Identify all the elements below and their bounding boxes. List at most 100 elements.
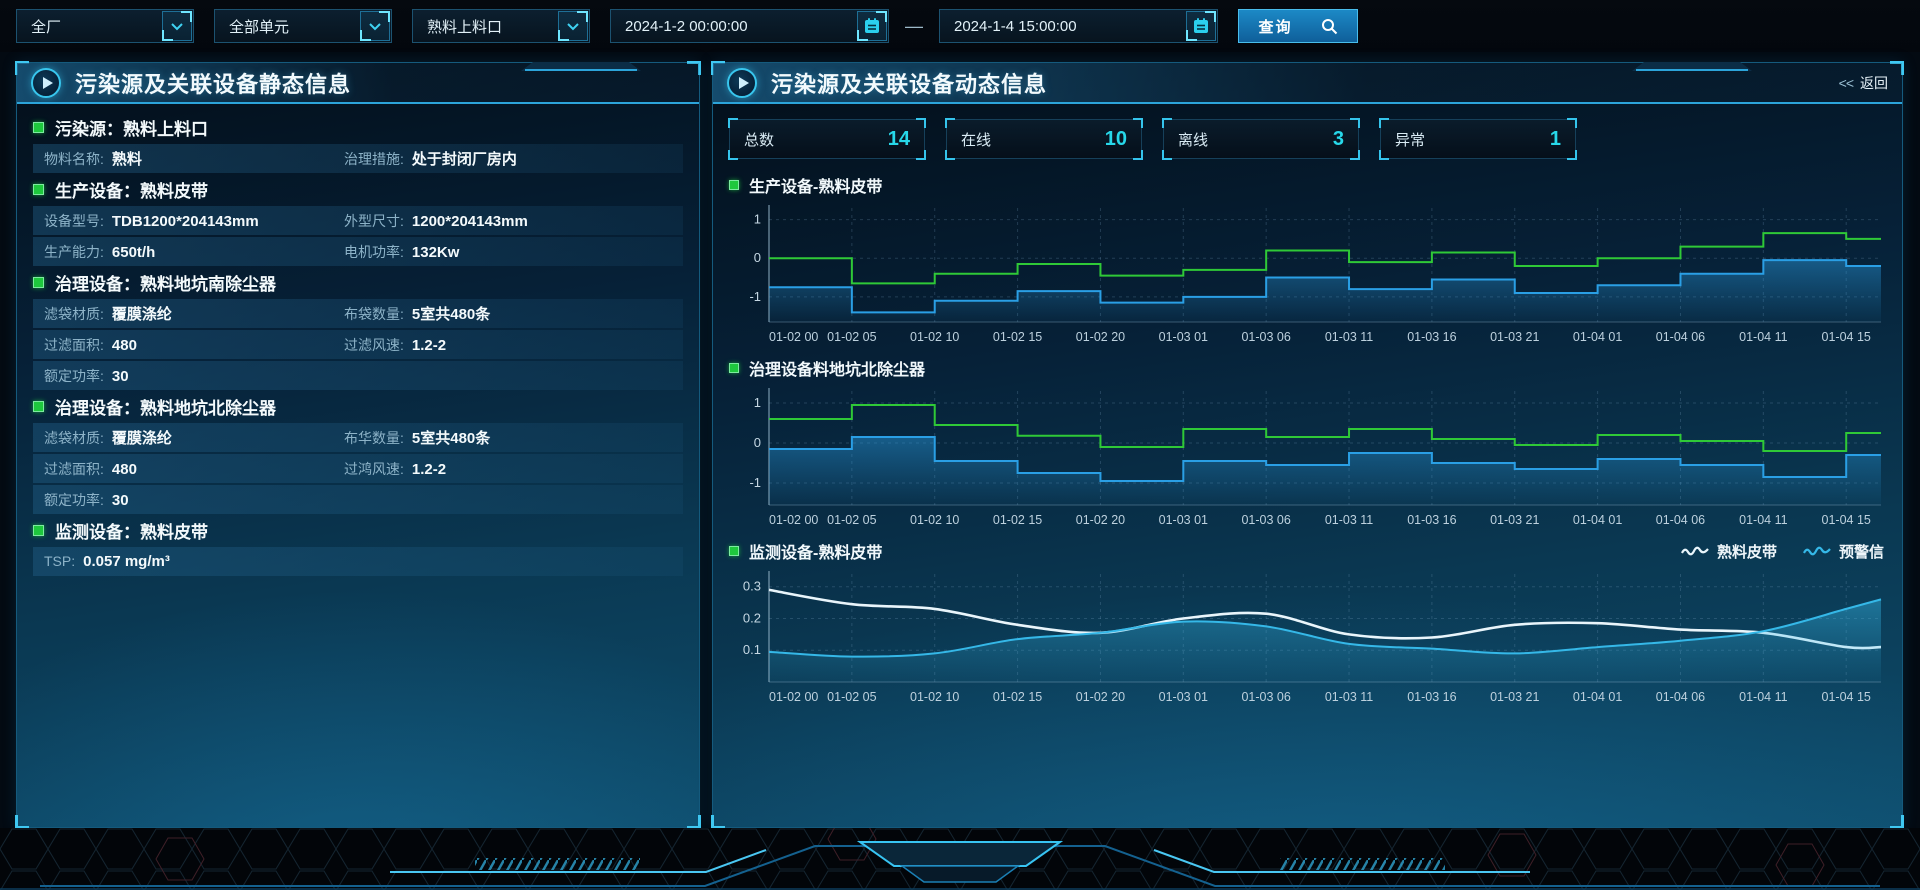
info-row: 额定功率:30 (33, 361, 683, 390)
svg-text:01-02 15: 01-02 15 (993, 330, 1042, 344)
info-field: 生产能力:650t/h (44, 242, 344, 262)
footer-decoration (0, 828, 1920, 890)
svg-text:1: 1 (754, 212, 761, 227)
corner-accent (916, 150, 926, 160)
green-square-icon (33, 525, 44, 536)
info-field: 布袋数量:5室共480条 (344, 303, 490, 324)
svg-text:01-04 06: 01-04 06 (1656, 690, 1705, 704)
info-field: 设备型号:TDB1200*204143mm (44, 211, 344, 231)
svg-text:-1: -1 (749, 289, 761, 304)
svg-text:01-03 06: 01-03 06 (1241, 330, 1290, 344)
field-value: 1200*204143mm (412, 213, 528, 230)
corner-accent (1379, 150, 1389, 160)
field-label: 设备型号: (44, 211, 104, 231)
chevron-down-icon[interactable] (162, 11, 192, 41)
svg-text:01-03 11: 01-03 11 (1325, 690, 1373, 704)
svg-text:01-03 21: 01-03 21 (1490, 513, 1539, 527)
field-value: 处于封闭厂房内 (412, 148, 517, 169)
svg-text:01-03 01: 01-03 01 (1159, 330, 1208, 344)
back-button[interactable]: << 返回 (1839, 63, 1888, 102)
svg-text:01-02 00: 01-02 00 (769, 513, 818, 527)
info-field: 过滤面积:480 (44, 335, 344, 355)
query-button[interactable]: 查询 (1238, 9, 1358, 43)
end-date-input[interactable]: 2024-1-4 15:00:00 (939, 9, 1218, 43)
svg-text:01-04 11: 01-04 11 (1739, 690, 1787, 704)
corner-accent (1567, 118, 1577, 128)
info-row: 过滤面积:480过滤风速:1.2-2 (33, 330, 683, 359)
svg-text:01-04 11: 01-04 11 (1739, 330, 1787, 344)
section-label: 治理设备：熟料地坑南除尘器 (55, 270, 276, 295)
start-date-input[interactable]: 2024-1-2 00:00:00 (610, 9, 889, 43)
field-value: 覆膜涤纶 (112, 303, 172, 324)
field-value: 5室共480条 (412, 427, 490, 448)
chevron-down-icon[interactable] (558, 11, 588, 41)
chart-block-production: 生产设备-熟料皮带 10-101-02 0001-02 0501-02 1001… (713, 170, 1902, 348)
corner-accent (1133, 118, 1143, 128)
corner-accent (728, 118, 738, 128)
svg-text:-1: -1 (749, 475, 761, 490)
svg-text:0: 0 (754, 250, 761, 265)
svg-text:0.1: 0.1 (743, 642, 761, 657)
info-field: 过滤面积:480 (44, 459, 344, 479)
field-label: 过滤面积: (44, 459, 104, 479)
stat-label: 总数 (744, 129, 774, 150)
static-info-list: 污染源：熟料上料口物料名称:熟料治理措施:处于封闭厂房内生产设备：熟料皮带设备型… (17, 104, 699, 576)
info-field: 治理措施: 处于封闭厂房内 (344, 148, 517, 169)
field-label: 滤袋材质: (44, 428, 104, 448)
stat-value: 14 (888, 128, 910, 151)
monitor-chart-title: 监测设备-熟料皮带 (749, 539, 882, 563)
svg-text:01-02 20: 01-02 20 (1076, 690, 1125, 704)
chevron-down-icon[interactable] (360, 11, 390, 41)
plant-select[interactable]: 全厂 (16, 9, 194, 43)
svg-text:01-04 01: 01-04 01 (1573, 330, 1622, 344)
svg-text:01-02 20: 01-02 20 (1076, 513, 1125, 527)
svg-text:01-02 20: 01-02 20 (1076, 330, 1125, 344)
chart-block-monitor: 监测设备-熟料皮带 熟料皮带 预警信 0.30.20.101-02 0001-0… (713, 536, 1902, 708)
svg-text:01-03 16: 01-03 16 (1407, 690, 1456, 704)
field-label: 布华数量: (344, 428, 404, 448)
field-value: 30 (112, 492, 129, 509)
green-square-icon (33, 401, 44, 412)
double-chevron-left-icon: << (1839, 75, 1853, 91)
point-select[interactable]: 熟料上料口 (412, 9, 590, 43)
field-value: 熟料 (112, 148, 142, 169)
info-field: 滤袋材质:覆膜涤纶 (44, 303, 344, 324)
stat-label: 在线 (961, 129, 991, 150)
stat-label: 异常 (1395, 129, 1425, 150)
treatment-chart-title: 治理设备料地坑北除尘器 (749, 356, 925, 380)
info-row: 物料名称:熟料治理措施:处于封闭厂房内 (33, 144, 683, 173)
point-select-value: 熟料上料口 (427, 16, 502, 37)
unit-select-value: 全部单元 (229, 16, 289, 37)
stat-value: 10 (1105, 128, 1127, 151)
production-chart-title: 生产设备-熟料皮带 (749, 173, 882, 197)
query-button-label: 查询 (1258, 16, 1292, 37)
field-label: 治理措施: (344, 149, 404, 169)
info-row: 额定功率:30 (33, 485, 683, 514)
svg-text:01-04 15: 01-04 15 (1822, 513, 1871, 527)
field-label: 布袋数量: (344, 304, 404, 324)
field-value: 480 (112, 337, 137, 354)
info-field: 额定功率:30 (44, 490, 129, 510)
green-square-icon (729, 546, 739, 556)
svg-text:01-03 21: 01-03 21 (1490, 330, 1539, 344)
info-field: TSP:0.057 mg/m³ (44, 553, 170, 570)
legend-item-belt[interactable]: 熟料皮带 (1681, 541, 1777, 562)
header-notch-decoration (521, 62, 641, 71)
corner-accent (1162, 118, 1172, 128)
info-field: 外型尺寸: 1200*204143mm (344, 211, 528, 231)
unit-select[interactable]: 全部单元 (214, 9, 392, 43)
calendar-icon[interactable] (1186, 11, 1216, 41)
field-label: 额定功率: (44, 366, 104, 386)
stat-label: 离线 (1178, 129, 1208, 150)
static-info-panel: 污染源及关联设备静态信息 污染源：熟料上料口物料名称:熟料治理措施:处于封闭厂房… (16, 62, 700, 828)
section-header: 生产设备：熟料皮带 (33, 175, 683, 204)
field-label: 外型尺寸: (344, 211, 404, 231)
info-field: 电机功率:132Kw (344, 242, 459, 262)
svg-text:01-03 01: 01-03 01 (1159, 690, 1208, 704)
legend-item-warning[interactable]: 预警信 (1803, 541, 1884, 562)
svg-text:01-03 16: 01-03 16 (1407, 330, 1456, 344)
device-stats-row: 总数14在线10离线3异常1 (713, 104, 1902, 165)
svg-text:01-03 11: 01-03 11 (1325, 330, 1373, 344)
svg-text:01-02 10: 01-02 10 (910, 330, 959, 344)
calendar-icon[interactable] (857, 11, 887, 41)
